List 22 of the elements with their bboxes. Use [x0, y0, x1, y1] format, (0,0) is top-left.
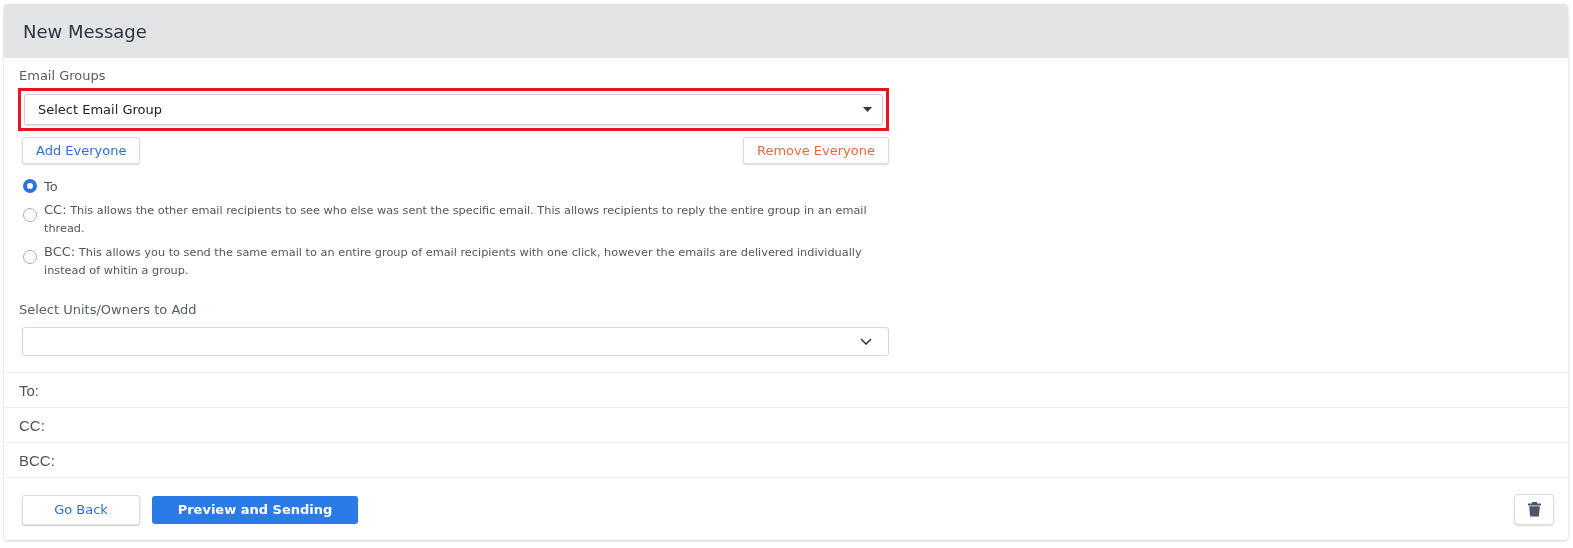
units-select[interactable]: [22, 327, 889, 356]
delete-button[interactable]: [1514, 494, 1554, 525]
radio-button[interactable]: [23, 179, 37, 193]
email-group-select[interactable]: Select Email Group: [24, 94, 883, 125]
caret-icon: [863, 107, 872, 112]
go-back-button[interactable]: Go Back: [22, 494, 140, 525]
field-label: Email Groups: [19, 68, 107, 83]
add-everyone-button[interactable]: Add Everyone: [22, 137, 141, 164]
option-label: To: [44, 178, 58, 196]
option-text: CC: This allows the other email recipients to see who else was sent the specific email. This allows recipients to reply the entire group in an email thread.: [44, 201, 868, 237]
trash-icon: [1527, 502, 1541, 517]
option-text: BCC: This allows you to send the same email to an entire group of email recipients with one click, however the emails are delivered individually instead of whitin a group.: [44, 243, 863, 279]
recipient-label: BCC:: [19, 451, 55, 469]
remove-everyone-button[interactable]: Remove Everyone: [742, 137, 889, 164]
recipient-label: To:: [19, 381, 39, 399]
field-label: Select Units/Owners to Add: [19, 302, 198, 317]
radio-button[interactable]: [23, 208, 37, 222]
chevron-down-icon: [860, 338, 872, 345]
radio-button[interactable]: [23, 250, 37, 264]
recipient-label: CC:: [19, 416, 45, 434]
preview-send-button[interactable]: Preview and Sending: [152, 495, 358, 524]
card-title: New Message: [23, 20, 147, 42]
